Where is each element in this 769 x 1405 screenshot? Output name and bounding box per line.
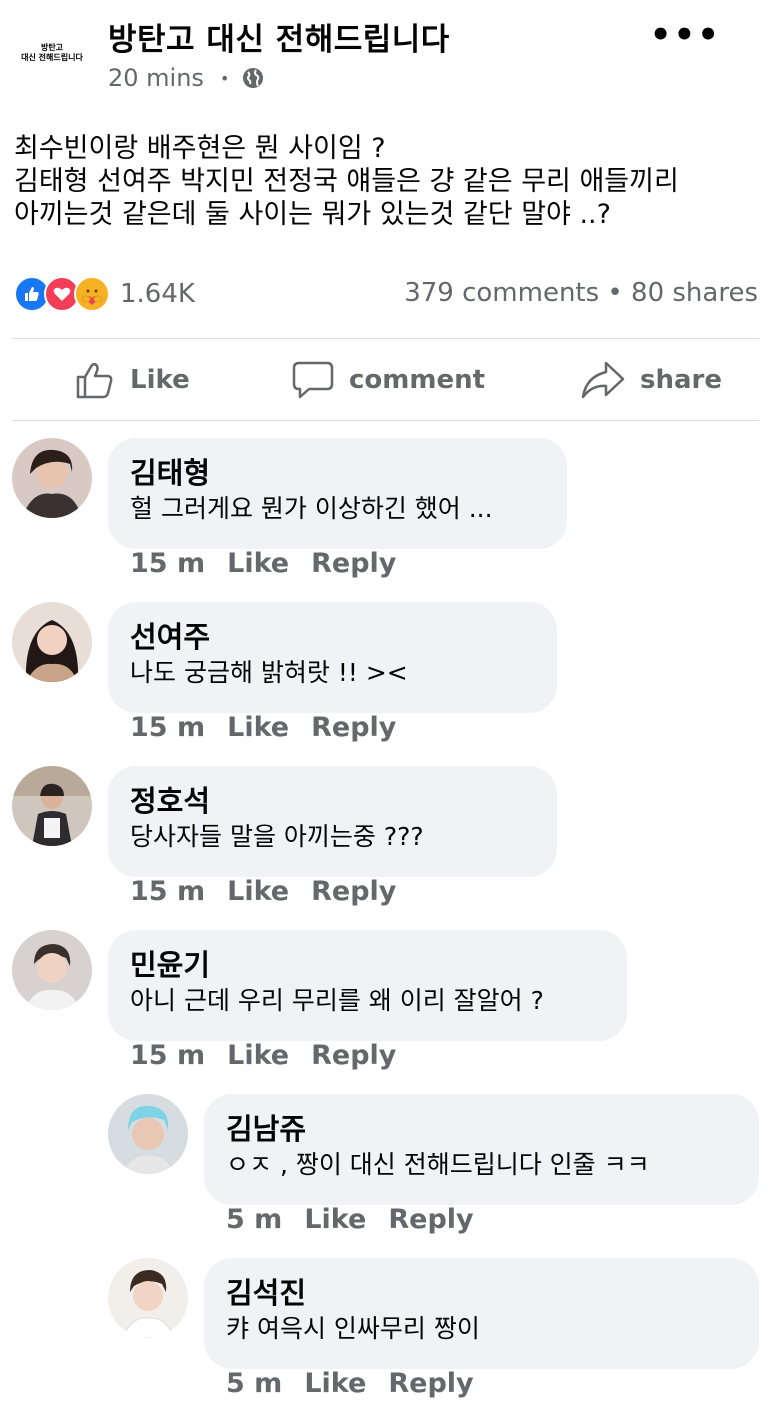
comment-reply-button[interactable]: Reply [388, 1204, 473, 1235]
post-time[interactable]: 20 mins [108, 64, 204, 92]
divider [12, 420, 759, 421]
avatar[interactable] [12, 602, 92, 682]
care-reaction-icon [74, 276, 110, 312]
comment-actions: 15 m Like Reply [130, 712, 396, 743]
comment-text: 당사자들 말을 아끼는중 ??? [130, 822, 424, 851]
like-button[interactable]: Like [74, 340, 190, 420]
avatar[interactable] [12, 438, 92, 518]
thumbs-up-icon [76, 362, 113, 399]
comment-actions: 5 m Like Reply [226, 1204, 474, 1235]
avatar[interactable] [108, 1258, 188, 1338]
comment-actions: 15 m Like Reply [130, 876, 396, 907]
comment-bubble: 정호석 당사자들 말을 아끼는중 ??? [108, 766, 557, 877]
comment-text: 아니 근데 우리 무리를 왜 이리 잘알어 ? [130, 986, 544, 1015]
comment-time[interactable]: 15 m [130, 1040, 205, 1071]
comment-label: comment [349, 365, 486, 395]
comment-bubble: 김태형 헐 그러게요 뭔가 이상하긴 했어 ... [108, 438, 567, 549]
comment-text: ㅇㅈ , 짱이 대신 전해드립니다 인줄 ㅋㅋ [226, 1150, 650, 1179]
comment-author[interactable]: 김석진 [226, 1274, 737, 1312]
share-button[interactable]: share [580, 340, 722, 420]
comment-actions: 15 m Like Reply [130, 1040, 396, 1071]
comment-author[interactable]: 김남쥬 [226, 1110, 737, 1148]
comment-reply-button[interactable]: Reply [311, 876, 396, 907]
comment-like-button[interactable]: Like [227, 548, 289, 579]
comment-actions: 15 m Like Reply [130, 548, 396, 579]
comment-reply-button[interactable]: Reply [311, 1040, 396, 1071]
post-header: 방탄고 대신 전해드립니다 방탄고 대신 전해드립니다 20 mins • ••… [0, 0, 769, 110]
comment-bubble: 김남쥬 ㅇㅈ , 짱이 대신 전해드립니다 인줄 ㅋㅋ [204, 1094, 759, 1205]
comment-time[interactable]: 15 m [130, 548, 205, 579]
comment-reply-button[interactable]: Reply [311, 712, 396, 743]
post-text-line: 아끼는것 같은데 둘 사이는 뭐가 있는것 같단 말야 ..? [14, 199, 611, 230]
comment-time[interactable]: 5 m [226, 1368, 282, 1399]
comment-reply-button[interactable]: Reply [388, 1368, 473, 1399]
share-arrow-icon [581, 361, 625, 399]
comment-author[interactable]: 선여주 [130, 618, 535, 656]
globe-icon [241, 66, 265, 90]
avatar[interactable] [108, 1094, 188, 1174]
post-text-line: 김태형 선여주 박지민 전정국 얘들은 걍 같은 무리 애들끼리 [14, 166, 679, 197]
reactions-summary[interactable]: 1.64K [14, 276, 195, 312]
comment-time[interactable]: 5 m [226, 1204, 282, 1235]
comment-time[interactable]: 15 m [130, 876, 205, 907]
comments-shares-count[interactable]: 379 comments • 80 shares [404, 278, 758, 308]
comment-bubble: 선여주 나도 궁금해 밝혀랏 !! >< [108, 602, 557, 713]
reaction-count: 1.64K [120, 279, 195, 309]
comment-author[interactable]: 정호석 [130, 782, 535, 820]
meta-separator: • [219, 68, 230, 88]
share-label: share [640, 365, 722, 395]
page-name[interactable]: 방탄고 대신 전해드립니다 [108, 14, 450, 59]
comment-text: 헐 그러게요 뭔가 이상하긴 했어 ... [130, 494, 493, 523]
speech-bubble-icon [292, 361, 334, 399]
comment-like-button[interactable]: Like [227, 712, 289, 743]
logo-line-1: 방탄고 [40, 43, 64, 52]
divider [12, 338, 759, 339]
comment-like-button[interactable]: Like [304, 1368, 366, 1399]
comment-time[interactable]: 15 m [130, 712, 205, 743]
comment-text: 캬 여윽시 인싸무리 짱이 [226, 1314, 480, 1343]
action-bar: Like comment share [0, 340, 769, 420]
comment-like-button[interactable]: Like [227, 876, 289, 907]
post-text-line: 최수빈이랑 배주현은 뭔 사이임 ? [14, 133, 386, 164]
post-meta: 20 mins • [108, 64, 265, 92]
comment-bubble: 민윤기 아니 근데 우리 무리를 왜 이리 잘알어 ? [108, 930, 627, 1041]
like-label: Like [130, 365, 190, 395]
more-options-button[interactable]: ••• [650, 18, 721, 52]
logo-line-2: 대신 전해드립니다 [21, 53, 83, 62]
avatar[interactable] [12, 766, 92, 846]
page-avatar[interactable]: 방탄고 대신 전해드립니다 [12, 18, 92, 88]
comment-like-button[interactable]: Like [304, 1204, 366, 1235]
ellipsis-icon: ••• [649, 15, 721, 55]
comment-text: 나도 궁금해 밝혀랏 !! >< [130, 658, 408, 687]
comment-button[interactable]: comment [291, 340, 485, 420]
post-body: 최수빈이랑 배주현은 뭔 사이임 ? 김태형 선여주 박지민 전정국 얘들은 걍… [14, 132, 754, 231]
avatar[interactable] [12, 930, 92, 1010]
comment-like-button[interactable]: Like [227, 1040, 289, 1071]
comment-bubble: 김석진 캬 여윽시 인싸무리 짱이 [204, 1258, 759, 1369]
comment-actions: 5 m Like Reply [226, 1368, 474, 1399]
comment-author[interactable]: 김태형 [130, 454, 545, 492]
comment-reply-button[interactable]: Reply [311, 548, 396, 579]
comment-author[interactable]: 민윤기 [130, 946, 605, 984]
